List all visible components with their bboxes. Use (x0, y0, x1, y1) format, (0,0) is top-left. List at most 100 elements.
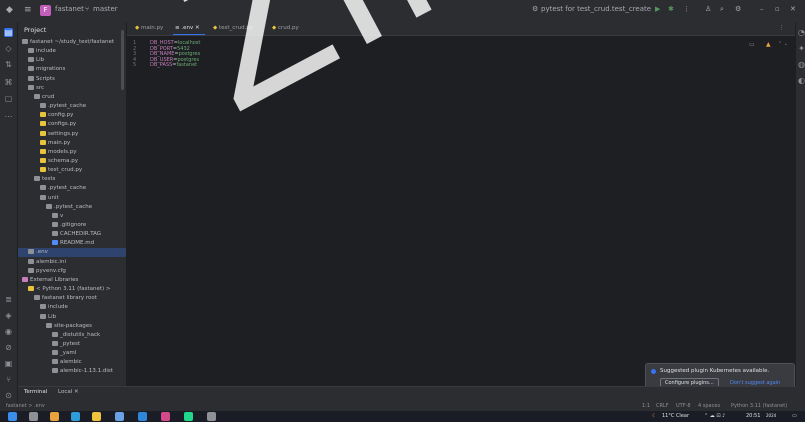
inspection-nav-icon[interactable]: ⌃ ⌄ (778, 41, 788, 47)
app-icon[interactable] (207, 412, 216, 421)
project-tool-icon[interactable]: ▤ (4, 28, 13, 37)
settings-icon[interactable]: ⚙ (735, 5, 741, 13)
file-encoding[interactable]: UTF-8 (676, 403, 691, 409)
run-config[interactable]: pytest for test_crud.test_create (541, 5, 651, 13)
services-icon[interactable]: ≣ (4, 295, 13, 304)
tree-item[interactable]: .gitignore (18, 221, 126, 230)
debug-icon[interactable]: ✱ (668, 5, 674, 13)
tree-item[interactable]: < Python 3.11 (fastanet) > (18, 285, 126, 294)
minimize-icon[interactable]: – (760, 5, 764, 13)
commit-tool-icon[interactable]: ◇ (4, 44, 13, 53)
tree-item[interactable]: Scripts (18, 75, 126, 84)
tree-item[interactable]: tests (18, 175, 126, 184)
structure-icon[interactable]: ⌘ (4, 78, 13, 87)
files-icon[interactable] (92, 412, 101, 421)
tree-item[interactable]: pyvenv.cfg (18, 267, 126, 276)
branch-name[interactable]: master (93, 5, 118, 13)
tree-item[interactable]: configs.py (18, 120, 126, 129)
tree-item[interactable]: include (18, 303, 126, 312)
show-desktop-icon[interactable]: ▭ (792, 413, 797, 419)
tree-item[interactable]: External Libraries (18, 276, 126, 285)
tray-icons[interactable]: ⌃ ☁ ⊡ ♪ (704, 413, 725, 419)
tree-item[interactable]: _yaml (18, 349, 126, 358)
tab-main-py[interactable]: ◆ main.py (135, 25, 163, 31)
tree-item[interactable]: Lib (18, 56, 126, 65)
project-panel-title[interactable]: Project (24, 26, 46, 34)
tree-item[interactable]: alembic (18, 358, 126, 367)
problems-icon[interactable]: ⊘ (4, 343, 13, 352)
tree-item[interactable]: config.py (18, 111, 126, 120)
tabs-more-icon[interactable]: ⋮ (779, 25, 785, 31)
clock-time[interactable]: 20:51 (746, 413, 760, 419)
database-icon[interactable]: ◍ (797, 60, 805, 69)
terminal-tab-local[interactable]: Local ✕ (58, 389, 79, 395)
terminal-title[interactable]: Terminal (24, 389, 47, 395)
python-console-icon[interactable]: ◉ (4, 327, 13, 336)
editor-area[interactable] (127, 22, 795, 386)
todo-icon[interactable]: ⊙ (4, 391, 13, 400)
tree-item[interactable]: settings.py (18, 130, 126, 139)
close-icon[interactable]: ✕ (790, 5, 796, 13)
app-logo-icon[interactable]: ◆ (6, 5, 13, 15)
indent-setting[interactable]: 4 spaces (698, 403, 720, 409)
more-tools-icon[interactable]: … (4, 110, 13, 119)
tree-item[interactable]: alembic.ini (18, 258, 126, 267)
notifications-icon[interactable]: ◔ (797, 28, 805, 37)
tree-item[interactable]: include (18, 47, 126, 56)
inspection-warning-icon[interactable]: ▲ (766, 41, 771, 48)
line-ending[interactable]: CRLF (656, 403, 669, 409)
tab-env[interactable]: ≡ .env ✕ (175, 25, 200, 31)
pycharm-icon[interactable] (184, 412, 193, 421)
tree-item[interactable]: .pytest_cache (18, 184, 126, 193)
browser-icon[interactable] (71, 412, 80, 421)
ai-assistant-icon[interactable]: ✦ (797, 44, 805, 53)
tree-item[interactable]: _distutils_hack (18, 331, 126, 340)
weather-text[interactable]: 11°C Clear (662, 413, 689, 419)
start-icon[interactable] (8, 412, 17, 421)
tree-item[interactable]: alembic-1.13.1.dist (18, 367, 126, 376)
user-icon[interactable]: ♙ (705, 5, 711, 13)
vscode-icon[interactable] (138, 412, 147, 421)
tree-item[interactable]: src (18, 84, 126, 93)
project-panel-scrollbar[interactable] (121, 30, 124, 90)
store-icon[interactable] (115, 412, 124, 421)
tree-item[interactable]: .pytest_cache (18, 203, 126, 212)
tree-item[interactable]: fastanet library root (18, 294, 126, 303)
terminal-tool-icon[interactable]: ▣ (4, 359, 13, 368)
tree-item[interactable]: Lib (18, 313, 126, 322)
caret-position[interactable]: 1:1 (642, 403, 650, 409)
project-name[interactable]: fastanet (55, 5, 84, 13)
tree-item[interactable]: schema.py (18, 157, 126, 166)
tab-test-crud-py[interactable]: ◆ test_crud.py (213, 25, 253, 31)
code-line[interactable]: DB_PASS=fastanet (150, 62, 197, 68)
tree-item[interactable]: CACHEDIR.TAG (18, 230, 126, 239)
tree-item[interactable]: main.py (18, 139, 126, 148)
git-icon[interactable]: ⑂ (4, 375, 13, 384)
search-icon[interactable] (29, 412, 38, 421)
tree-item[interactable]: v (18, 212, 126, 221)
tree-item[interactable]: migrations (18, 65, 126, 74)
tree-item[interactable]: site-packages (18, 322, 126, 331)
tree-item[interactable]: crud (18, 93, 126, 102)
breadcrumb[interactable]: fastanet > .env (6, 403, 45, 409)
tree-item[interactable]: README.md (18, 239, 126, 248)
tab-crud-py[interactable]: ◆ crud.py (272, 25, 299, 31)
pull-requests-icon[interactable]: ⇅ (4, 60, 13, 69)
menu-icon[interactable]: ≡ (24, 5, 32, 15)
run-icon[interactable]: ▶ (655, 5, 660, 13)
python-interpreter[interactable]: Python 3.11 (fastanet) (731, 403, 787, 409)
bookmarks-icon[interactable]: ▢ (4, 94, 13, 103)
search-icon[interactable]: ⌕ (720, 5, 724, 14)
tree-item[interactable]: test_crud.py (18, 166, 126, 175)
python-packages-icon[interactable]: ◈ (4, 311, 13, 320)
restore-icon[interactable]: ▫ (775, 5, 780, 13)
tree-item[interactable]: models.py (18, 148, 126, 157)
tree-item[interactable]: unit (18, 194, 126, 203)
tree-item[interactable]: .pytest_cache (18, 102, 126, 111)
chrome-icon[interactable] (50, 412, 59, 421)
tree-item[interactable]: _pytest (18, 340, 126, 349)
reader-mode-icon[interactable]: ▭ (749, 41, 755, 48)
clock-date[interactable]: 2024 (766, 413, 776, 418)
sciview-icon[interactable]: ◐ (797, 76, 805, 85)
more-icon[interactable]: ⋮ (683, 5, 690, 13)
